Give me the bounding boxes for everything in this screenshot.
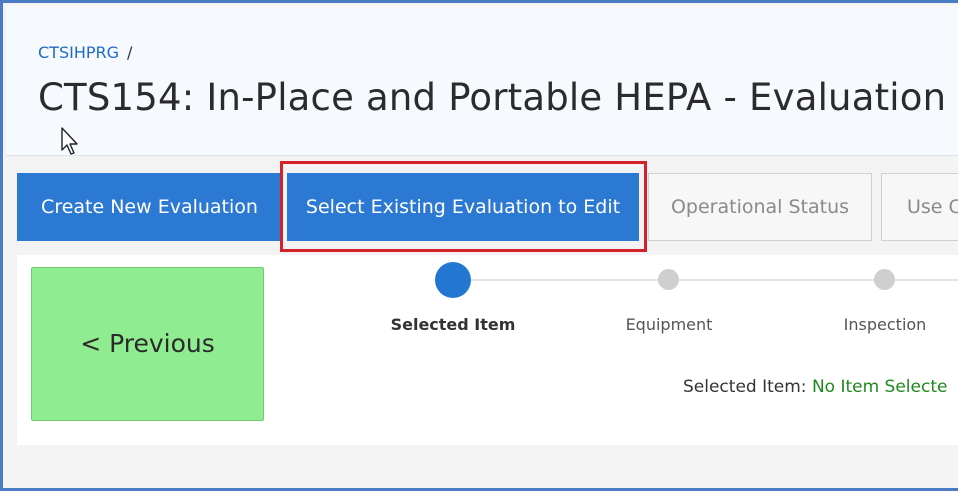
step-label-equipment: Equipment	[625, 315, 713, 334]
breadcrumb-link-ctsihprg[interactable]: CTSIHPRG	[38, 43, 119, 62]
tab-use[interactable]: Use C	[881, 173, 958, 241]
tab-operational-status[interactable]: Operational Status	[648, 173, 872, 241]
step-label-inspection: Inspection	[843, 315, 927, 334]
page-title: CTS154: In-Place and Portable HEPA - Eva…	[38, 76, 947, 119]
page-header: CTSIHPRG / CTS154: In-Place and Portable …	[6, 6, 958, 156]
tab-create-new-evaluation[interactable]: Create New Evaluation	[17, 173, 282, 241]
mouse-cursor-icon	[61, 127, 78, 155]
selected-item-status: Selected Item: No Item Selecte	[683, 377, 947, 397]
app-window: CTSIHPRG / CTS154: In-Place and Portable …	[0, 0, 958, 491]
step-label-selected-item: Selected Item	[390, 315, 516, 334]
previous-button[interactable]: < Previous	[31, 267, 264, 421]
breadcrumb-separator: /	[127, 43, 133, 62]
selected-item-label: Selected Item:	[683, 377, 807, 397]
highlight-annotation-box	[280, 161, 647, 252]
step-dot-selected-item[interactable]	[435, 262, 471, 298]
selected-item-value: No Item Selecte	[811, 377, 948, 397]
step-dot-equipment[interactable]	[658, 269, 679, 290]
step-dot-inspection[interactable]	[874, 269, 895, 290]
breadcrumb: CTSIHPRG /	[38, 43, 132, 62]
